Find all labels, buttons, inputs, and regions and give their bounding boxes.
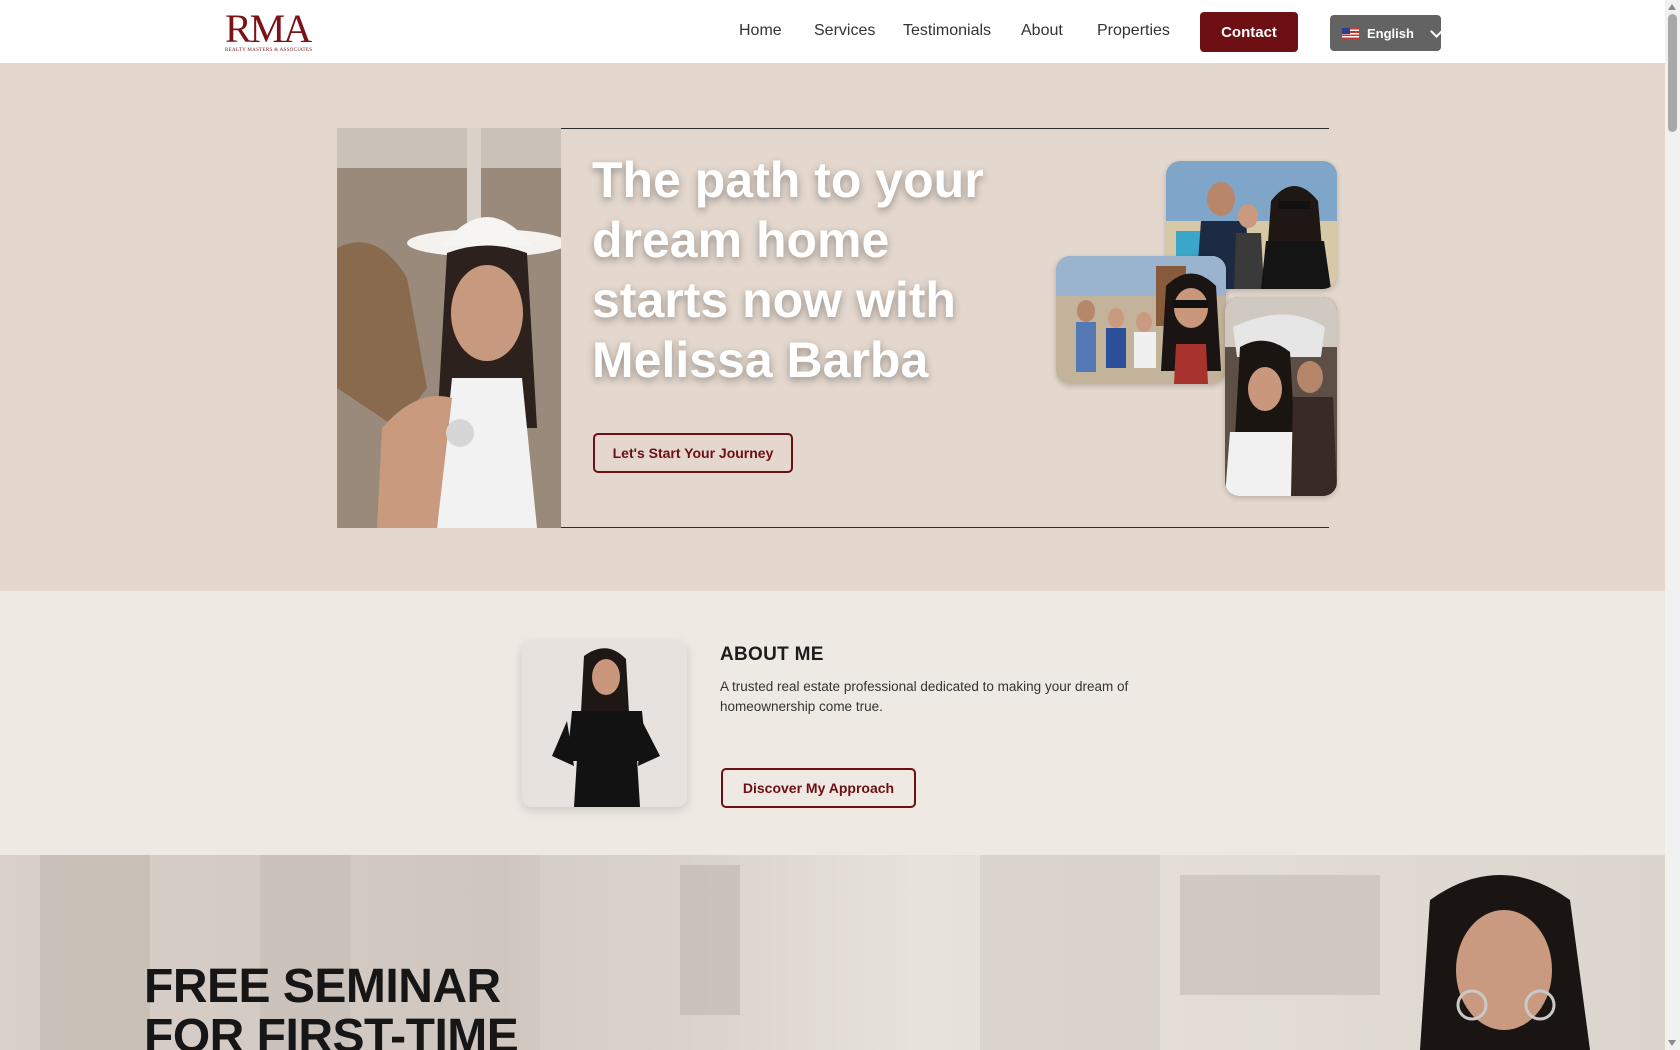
contact-button[interactable]: Contact — [1200, 12, 1298, 52]
discover-approach-button[interactable]: Discover My Approach — [721, 768, 916, 808]
hero-portrait-image — [337, 128, 561, 528]
nav-testimonials[interactable]: Testimonials — [903, 22, 991, 40]
seminar-title-line1: FREE SEMINAR — [144, 960, 501, 1013]
language-label: English — [1367, 25, 1414, 41]
about-heading: ABOUT ME — [720, 644, 824, 665]
logo-mark: RMA — [225, 6, 312, 51]
hero-title-light: The path to your dream home starts now w… — [592, 152, 984, 328]
scroll-thumb[interactable] — [1668, 14, 1677, 132]
chevron-down-icon — [1430, 24, 1443, 38]
family-photo-2 — [1056, 256, 1226, 384]
language-selector[interactable]: English — [1330, 15, 1443, 51]
seminar-portrait-image — [1400, 870, 1610, 1050]
logo-subtitle: REALTY MASTERS & ASSOCIATES — [225, 48, 313, 53]
hero-title-name: Melissa Barba — [592, 332, 929, 388]
scroll-up-arrow-icon[interactable] — [1668, 4, 1676, 10]
page-scrollbar[interactable] — [1665, 0, 1680, 1050]
us-flag-icon — [1342, 27, 1359, 39]
nav-home[interactable]: Home — [739, 22, 782, 40]
site-header: RMA REALTY MASTERS & ASSOCIATES Home Ser… — [0, 0, 1665, 64]
nav-properties[interactable]: Properties — [1097, 22, 1170, 40]
nav-about[interactable]: About — [1021, 22, 1063, 40]
about-description: A trusted real estate professional dedic… — [720, 679, 1129, 714]
scroll-down-arrow-icon[interactable] — [1668, 1040, 1676, 1046]
about-portrait-image — [522, 641, 687, 807]
nav-services[interactable]: Services — [814, 22, 875, 40]
seminar-title-line2: FOR FIRST-TIME — [144, 1010, 519, 1050]
hero-title: The path to your dream home starts now w… — [592, 150, 1012, 390]
start-journey-button[interactable]: Let's Start Your Journey — [593, 433, 793, 473]
about-section — [0, 591, 1665, 855]
rma-logo[interactable]: RMA REALTY MASTERS & ASSOCIATES — [225, 6, 313, 54]
family-photo-3 — [1225, 297, 1337, 496]
seminar-title: FREE SEMINAR FOR FIRST-TIME — [144, 960, 519, 1050]
